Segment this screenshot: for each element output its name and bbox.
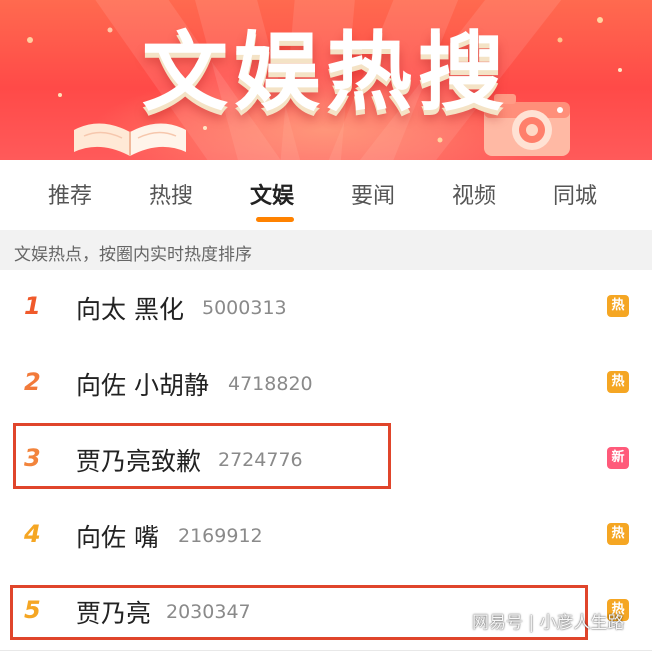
hot-list-item[interactable]: 2 向佐 小胡静 4718820 热 <box>0 346 652 423</box>
heat-count: 2169912 <box>178 525 263 547</box>
category-tabs: 推荐 热搜 文娱 要闻 视频 同城 <box>0 160 652 230</box>
tab-entertainment[interactable]: 文娱 <box>250 178 294 210</box>
tab-hot-search[interactable]: 热搜 <box>149 178 193 210</box>
hot-badge: 热 <box>607 371 629 393</box>
list-description: 文娱热点，按圈内实时热度排序 <box>14 245 252 265</box>
source-watermark: 网易号 | 小彦人生路 <box>472 613 625 633</box>
active-tab-indicator <box>256 217 294 222</box>
topic-title: 向佐 嘴 <box>76 523 159 552</box>
heat-count: 4718820 <box>228 373 313 395</box>
new-badge: 新 <box>607 447 629 469</box>
hot-list-item[interactable]: 1 向太 黑化 5000313 热 <box>0 270 652 347</box>
rank-number: 4 <box>24 520 41 548</box>
topic-title: 向太 黑化 <box>76 295 184 324</box>
hot-list-item[interactable]: 4 向佐 嘴 2169912 热 <box>0 498 652 575</box>
hot-badge: 热 <box>607 523 629 545</box>
rank-number: 1 <box>24 292 41 320</box>
tab-video[interactable]: 视频 <box>452 178 496 210</box>
hot-badge: 热 <box>607 295 629 317</box>
list-description-bar: 文娱热点，按圈内实时热度排序 <box>0 230 652 270</box>
tab-local[interactable]: 同城 <box>553 178 597 210</box>
highlight-box <box>13 423 391 489</box>
heat-count: 5000313 <box>202 297 287 319</box>
tab-news[interactable]: 要闻 <box>351 178 395 210</box>
banner-title: 文娱热搜 <box>142 23 510 123</box>
topic-title: 向佐 小胡静 <box>76 371 209 400</box>
tab-recommend[interactable]: 推荐 <box>48 178 92 210</box>
rank-number: 2 <box>24 368 41 396</box>
banner: 文娱热搜 <box>0 0 652 160</box>
